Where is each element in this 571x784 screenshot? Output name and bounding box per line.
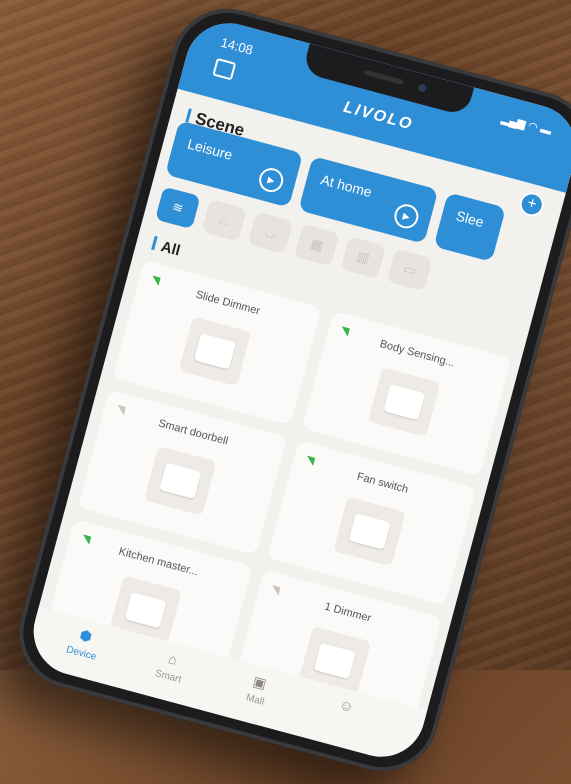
scene-label: At home: [319, 171, 374, 201]
device-image: [144, 445, 217, 516]
speaker-grille: [363, 69, 404, 85]
sofa-icon[interactable]: ⌓: [201, 198, 247, 242]
device-image: [333, 496, 406, 567]
all-section-title: All: [150, 235, 182, 260]
profile-icon: ☺: [337, 695, 356, 716]
play-icon[interactable]: ▶: [391, 201, 422, 232]
add-scene-icon[interactable]: +: [517, 189, 547, 220]
building-icon[interactable]: ▥: [340, 236, 387, 279]
scene-label: Slee: [454, 207, 486, 231]
device-name: Slide Dimmer: [194, 288, 262, 318]
device-name: Body Sensing...: [378, 338, 456, 370]
kitchen-icon[interactable]: ▦: [294, 223, 340, 267]
front-camera: [417, 83, 428, 93]
device-image: [368, 367, 441, 437]
all-rooms-icon[interactable]: ≋: [155, 186, 201, 230]
bathtub-icon[interactable]: ◡: [247, 211, 294, 255]
mall-icon: ▣: [251, 672, 269, 692]
smart-icon: ⌂: [166, 650, 180, 668]
signal-wifi-battery-icon: ▂▄▆ ◠ ▬: [499, 112, 553, 138]
status-time: 14:08: [219, 34, 255, 58]
scene-card-sleep[interactable]: Slee: [433, 192, 507, 262]
bed-icon[interactable]: ▭: [386, 248, 433, 292]
play-icon[interactable]: ▶: [256, 165, 286, 195]
scene-label: Leisure: [185, 135, 235, 163]
device-image: [178, 316, 252, 387]
device-icon: ⬢: [77, 626, 94, 645]
